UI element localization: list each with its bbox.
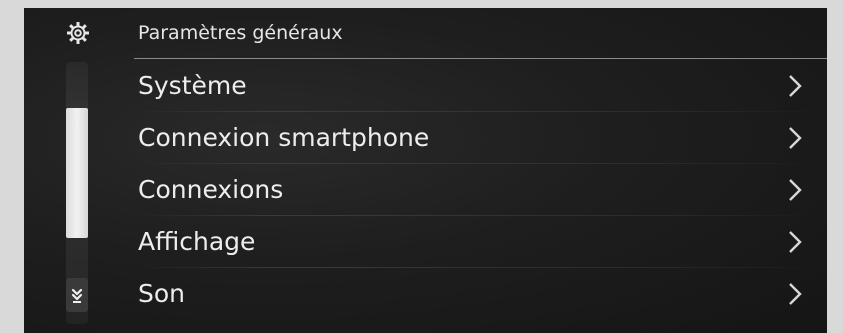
page-title: Paramètres généraux bbox=[138, 22, 343, 44]
infotainment-screen: Paramètres généraux Système Connexion sm… bbox=[24, 8, 827, 333]
menu-item-label: Affichage bbox=[138, 227, 256, 256]
device-frame: Paramètres généraux Système Connexion sm… bbox=[0, 0, 843, 333]
chevron-right-icon bbox=[787, 73, 803, 99]
header: Paramètres généraux bbox=[24, 8, 827, 58]
chevron-right-icon bbox=[787, 125, 803, 151]
chevron-right-icon bbox=[787, 281, 803, 307]
scroll-down-button[interactable] bbox=[66, 278, 88, 312]
menu-item-connexion-smartphone[interactable]: Connexion smartphone bbox=[134, 112, 827, 164]
menu-item-label: Son bbox=[138, 279, 186, 308]
menu-item-systeme[interactable]: Système bbox=[134, 60, 827, 112]
menu-item-label: Système bbox=[138, 71, 247, 100]
chevron-right-icon bbox=[787, 229, 803, 255]
double-chevron-down-icon bbox=[71, 288, 83, 303]
menu-item-label: Connexions bbox=[138, 175, 284, 204]
scroll-thumb[interactable] bbox=[66, 108, 88, 238]
menu-item-affichage[interactable]: Affichage bbox=[134, 216, 827, 268]
menu-item-connexions[interactable]: Connexions bbox=[134, 164, 827, 216]
scrollbar[interactable] bbox=[66, 62, 88, 324]
chevron-right-icon bbox=[787, 177, 803, 203]
menu-item-label: Connexion smartphone bbox=[138, 123, 430, 152]
header-divider bbox=[134, 58, 827, 59]
menu-item-son[interactable]: Son bbox=[134, 268, 827, 320]
gear-icon bbox=[66, 21, 90, 45]
